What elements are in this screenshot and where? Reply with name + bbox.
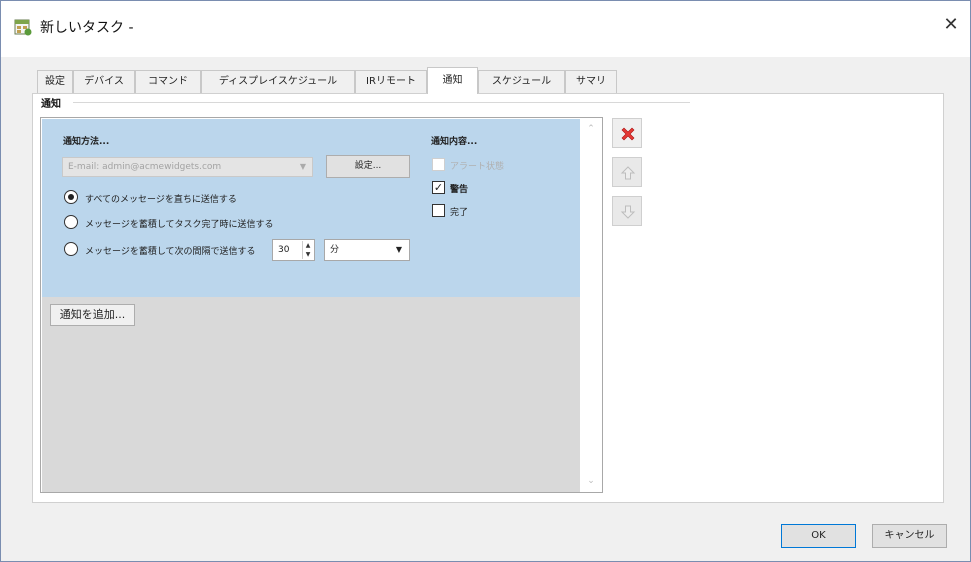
method-value: E-mail: admin@acmewidgets.com — [68, 162, 222, 172]
stepper-arrows-icon[interactable]: ▲ ▼ — [302, 241, 313, 259]
close-icon: ✕ — [943, 14, 959, 35]
interval-value: 30 — [278, 245, 290, 255]
tab-schedule[interactable]: スケジュール — [478, 70, 565, 93]
move-up-button[interactable] — [612, 157, 642, 187]
tab-summary[interactable]: サマリ — [565, 70, 617, 93]
method-settings-button[interactable]: 設定... — [326, 155, 410, 178]
interval-unit-value: 分 — [330, 245, 340, 255]
notification-item[interactable]: 通知方法... E-mail: admin@acmewidgets.com ▼ … — [42, 119, 580, 297]
checkbox-alert-state — [432, 158, 445, 171]
checkbox-complete[interactable] — [432, 204, 445, 217]
chevron-down-icon: ▼ — [299, 162, 306, 171]
tab-display-schedule[interactable]: ディスプレイスケジュール — [201, 70, 355, 93]
interval-unit-select[interactable]: 分 ▼ — [324, 239, 410, 261]
notification-list[interactable]: 通知方法... E-mail: admin@acmewidgets.com ▼ … — [40, 117, 603, 493]
method-label: 通知方法... — [63, 137, 110, 147]
task-app-icon — [14, 19, 32, 36]
tab-settings[interactable]: 設定 — [37, 70, 73, 93]
list-scrollbar[interactable]: ⌃ ⌄ — [580, 119, 602, 492]
radio-send-at-interval-label: メッセージを蓄積して次の間隔で送信する — [85, 247, 256, 257]
content-label: 通知内容... — [431, 137, 478, 147]
checkbox-complete-label: 完了 — [450, 208, 469, 218]
radio-send-on-completion[interactable] — [64, 215, 78, 229]
radio-send-immediately-label: すべてのメッセージを直ちに送信する — [85, 195, 237, 205]
checkbox-alert-state-label: アラート状態 — [450, 162, 505, 172]
tab-commands[interactable]: コマンド — [135, 70, 201, 93]
arrow-down-icon — [620, 205, 636, 219]
tab-ir-remote[interactable]: IRリモート — [355, 70, 427, 93]
checkmark-icon: ✓ — [433, 181, 444, 194]
close-button[interactable]: ✕ — [938, 13, 964, 39]
title-bar: 新しいタスク - ✕ — [1, 1, 970, 57]
checkbox-warning-label: 警告 — [450, 185, 469, 195]
radio-send-on-completion-label: メッセージを蓄積してタスク完了時に送信する — [85, 220, 274, 230]
window-title: 新しいタスク - — [40, 20, 134, 36]
scroll-up-icon[interactable]: ⌃ — [585, 123, 597, 135]
dialog-window: 新しいタスク - ✕ 設定 デバイス コマンド ディスプレイスケジュール IRリ… — [0, 0, 971, 562]
tab-notification[interactable]: 通知 — [427, 67, 478, 94]
interval-stepper[interactable]: 30 ▲ ▼ — [272, 239, 315, 261]
cancel-button[interactable]: キャンセル — [872, 524, 947, 548]
arrow-up-icon — [620, 166, 636, 180]
radio-send-immediately[interactable] — [64, 190, 78, 204]
notification-group-title: 通知 — [41, 95, 63, 110]
group-divider — [73, 102, 690, 103]
delete-notification-button[interactable] — [612, 118, 642, 148]
delete-x-icon — [621, 127, 635, 141]
ok-button[interactable]: OK — [781, 524, 856, 548]
tab-devices[interactable]: デバイス — [73, 70, 135, 93]
move-down-button[interactable] — [612, 196, 642, 226]
radio-send-at-interval[interactable] — [64, 242, 78, 256]
scroll-down-icon[interactable]: ⌄ — [585, 475, 597, 487]
method-select[interactable]: E-mail: admin@acmewidgets.com ▼ — [62, 157, 313, 177]
checkbox-warning[interactable]: ✓ — [432, 181, 445, 194]
add-notification-button[interactable]: 通知を追加... — [50, 304, 135, 326]
notification-tab-panel: 通知 通知方法... E-mail: admin@acmewidgets.com… — [32, 93, 944, 503]
chevron-down-icon: ▼ — [395, 245, 402, 254]
